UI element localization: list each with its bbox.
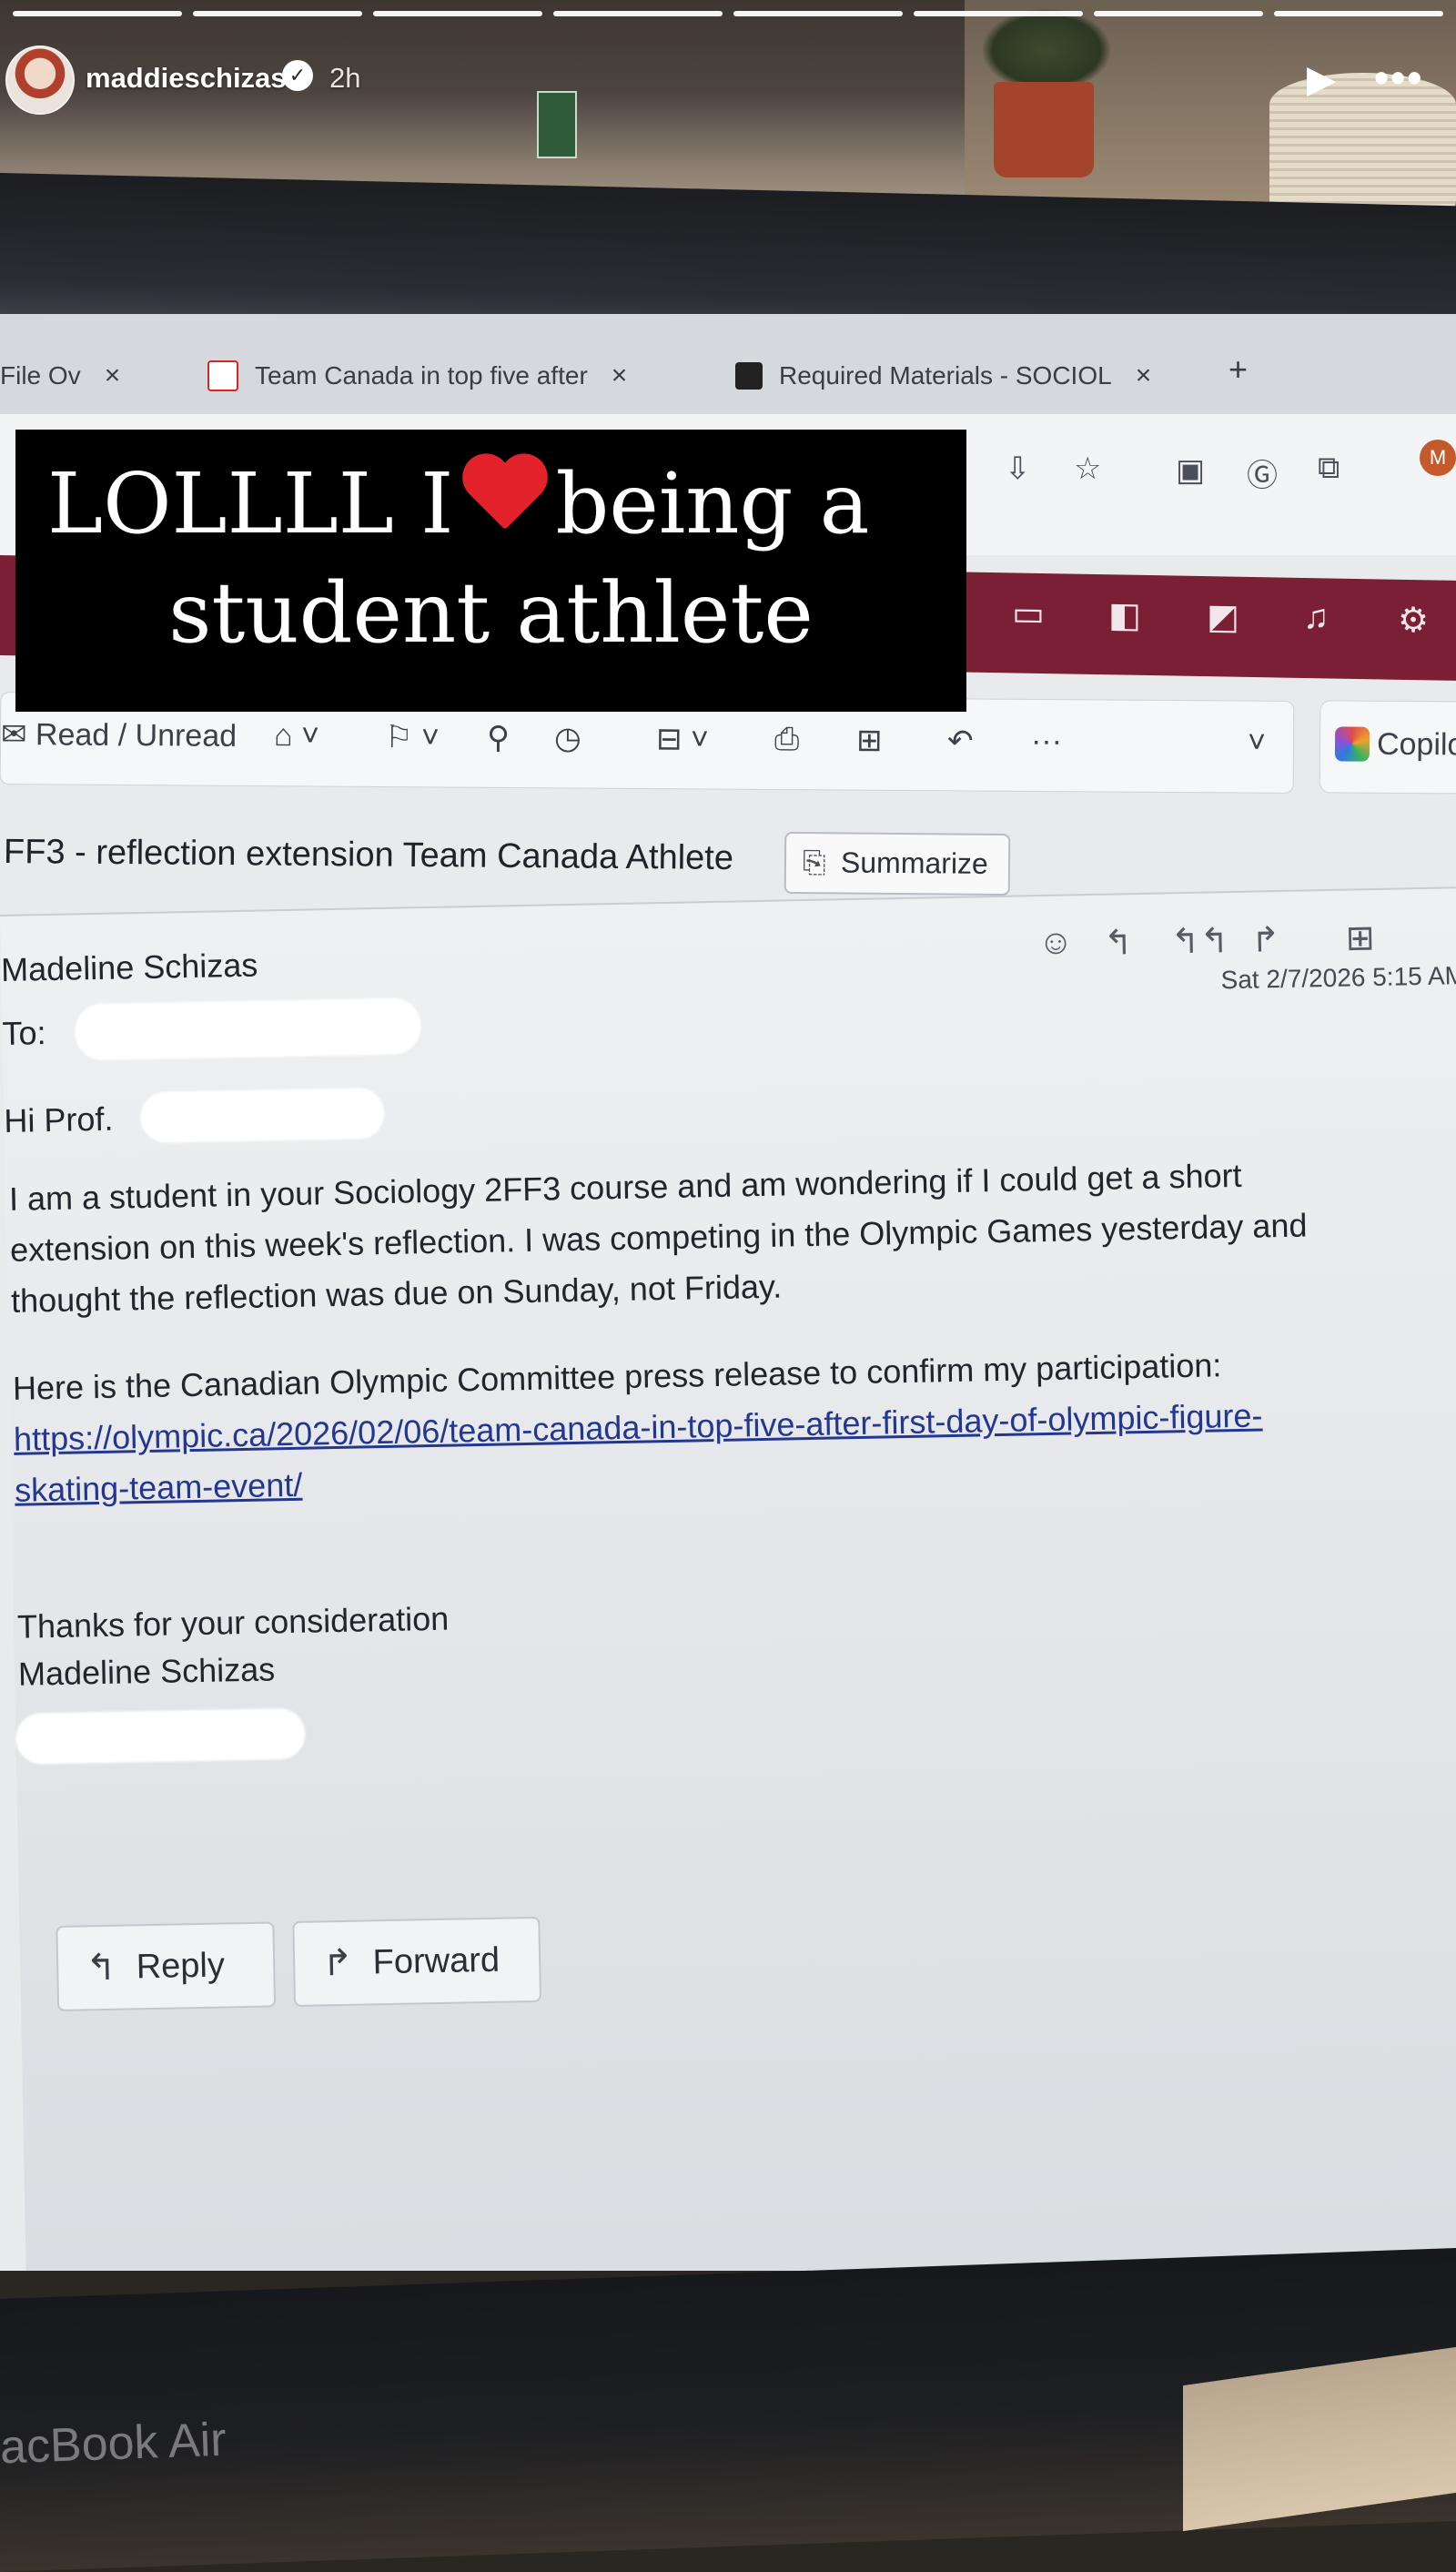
avatar[interactable] [5, 46, 75, 115]
reply-label: Reply [136, 1945, 226, 1986]
reading-pane: Madeline Schizas ☺ ↰ ↰↰ ↱ ⊞ To: Sat 2/7/… [0, 886, 1456, 2271]
press-release-link-cont[interactable]: skating-team-event/ [15, 1466, 303, 1510]
puzzle-icon[interactable]: ⧉ [1318, 451, 1340, 486]
close-icon[interactable]: × [612, 360, 628, 391]
progress-segment [373, 11, 542, 16]
closing: Thanks for your consideration [16, 1599, 450, 1645]
tab-label: Team Canada in top five after [255, 361, 588, 390]
email-date: Sat 2/7/2026 5:15 AM [1220, 961, 1456, 995]
progress-segment [1094, 11, 1263, 16]
forward-label: Forward [372, 1940, 500, 1981]
pin-icon[interactable]: ⚲ [487, 720, 510, 756]
reply-all-icon[interactable]: ↰↰ [1170, 920, 1229, 962]
chevron-down-icon[interactable]: ˅ [1248, 725, 1266, 761]
caption-text: being a [555, 455, 870, 552]
chat-icon[interactable]: ▭ [1012, 592, 1045, 634]
redacted-recipient [74, 997, 422, 1061]
heart-icon [459, 456, 550, 540]
progress-segment [193, 11, 362, 16]
summarize-button[interactable]: ⎘ Summarize [784, 831, 1011, 896]
reply-icon[interactable]: ↰ [1103, 922, 1133, 964]
clock-icon[interactable]: ◷ [554, 720, 581, 756]
copilot-label: Copilo [1376, 726, 1456, 763]
tab-label: File Ov [0, 361, 81, 390]
plant-pot [994, 82, 1094, 177]
print-icon[interactable]: ⎙ [774, 722, 799, 757]
body-line: extension on this week's reflection. I w… [9, 1206, 1308, 1269]
signature: Madeline Schizas [17, 1650, 276, 1693]
close-icon[interactable]: × [1136, 360, 1152, 391]
copilot-icon [1334, 726, 1370, 762]
close-icon[interactable]: × [105, 360, 121, 391]
emoji-react-icon[interactable]: ☺ [1037, 923, 1074, 963]
copilot-button[interactable]: Copilo [1319, 700, 1456, 795]
more-options-icon[interactable]: ••• [1374, 53, 1423, 102]
feedback-icon[interactable]: ◩ [1207, 596, 1239, 638]
tab-label: Required Materials - SOCIOL [779, 361, 1112, 390]
forward-button[interactable]: ↱ Forward [292, 1916, 542, 2008]
play-icon[interactable]: ▶ [1307, 56, 1336, 101]
plant [983, 9, 1110, 91]
story-timestamp: 2h [329, 62, 361, 94]
caption-line-1: LOLLLL I being a [47, 455, 869, 552]
greeting: Hi Prof. [3, 1099, 114, 1139]
progress-segment [914, 11, 1083, 16]
more-options-icon[interactable]: ··· [1031, 724, 1062, 759]
maple-leaf-icon [207, 360, 238, 391]
tab-team-canada[interactable]: Team Canada in top five after × [207, 350, 627, 401]
device-label: acBook Air [0, 2413, 228, 2475]
caption-text: LOLLLL I [47, 455, 454, 552]
reply-icon: ↰ [85, 1947, 117, 1989]
body-line: thought the reflection was due on Sunday… [10, 1267, 783, 1320]
sender-name[interactable]: Madeline Schizas [1, 947, 258, 989]
body-line: Here is the Canadian Olympic Committee p… [12, 1346, 1222, 1407]
caption-line-2: student athlete [168, 564, 814, 662]
summarize-icon: ⎘ [802, 846, 826, 879]
summarize-label: Summarize [840, 846, 988, 880]
reply-button[interactable]: ↰ Reply [56, 1921, 277, 2012]
redacted-signature-line [15, 1707, 306, 1765]
forward-icon[interactable]: ↱ [1250, 919, 1280, 961]
rules-icon[interactable]: ⊟ ˅ [656, 721, 709, 757]
extension-icon[interactable]: ▣ [1176, 452, 1205, 489]
apps-icon[interactable]: ⊞ [1345, 917, 1375, 959]
story-caption: LOLLLL I being a student athlete [15, 430, 966, 712]
to-label: To: [2, 1014, 46, 1052]
install-app-icon[interactable]: ⇩ [1005, 451, 1031, 487]
progress-segment [13, 11, 182, 16]
undo-icon[interactable]: ↶ [947, 723, 974, 759]
gear-icon[interactable]: ⚙ [1398, 600, 1429, 642]
flag-icon[interactable]: ⚐ ˅ [385, 719, 440, 755]
press-release-link[interactable]: https://olympic.ca/2026/02/06/team-canad… [14, 1396, 1263, 1458]
bell-icon[interactable]: ♫ [1303, 598, 1330, 637]
star-icon[interactable]: ☆ [1074, 451, 1101, 487]
progress-segment [1274, 11, 1443, 16]
redacted-professor-name [139, 1087, 385, 1144]
new-tab-button[interactable]: + [1228, 350, 1248, 389]
progress-segment [733, 11, 903, 16]
apps-icon[interactable]: ⊞ [856, 723, 883, 759]
verified-badge-icon: ✓ [282, 60, 313, 91]
browser-tab-strip: File Ov × Team Canada in top five after … [0, 314, 1456, 414]
forward-icon: ↱ [321, 1942, 354, 1984]
profile-avatar[interactable]: M [1420, 440, 1456, 476]
body-line: I am a student in your Sociology 2FF3 co… [8, 1156, 1242, 1218]
tab-file-overview[interactable]: File Ov × [0, 350, 120, 401]
email-subject: FF3 - reflection extension Team Canada A… [3, 833, 734, 877]
grammarly-icon[interactable]: Ⓖ [1247, 451, 1278, 495]
exit-sign [537, 91, 577, 158]
story-progress-bar [13, 11, 1443, 16]
tag-icon[interactable]: ⌂ ˅ [274, 718, 319, 754]
read-unread-label: Read / Unread [35, 717, 238, 754]
progress-segment [553, 11, 723, 16]
story-username[interactable]: maddieschizas [86, 62, 287, 95]
read-unread-button[interactable]: ✉ Read / Unread [1, 716, 237, 754]
d2l-icon [735, 362, 763, 390]
tab-required-materials[interactable]: Required Materials - SOCIOL × [735, 350, 1151, 401]
office-icon[interactable]: ◧ [1108, 594, 1141, 636]
